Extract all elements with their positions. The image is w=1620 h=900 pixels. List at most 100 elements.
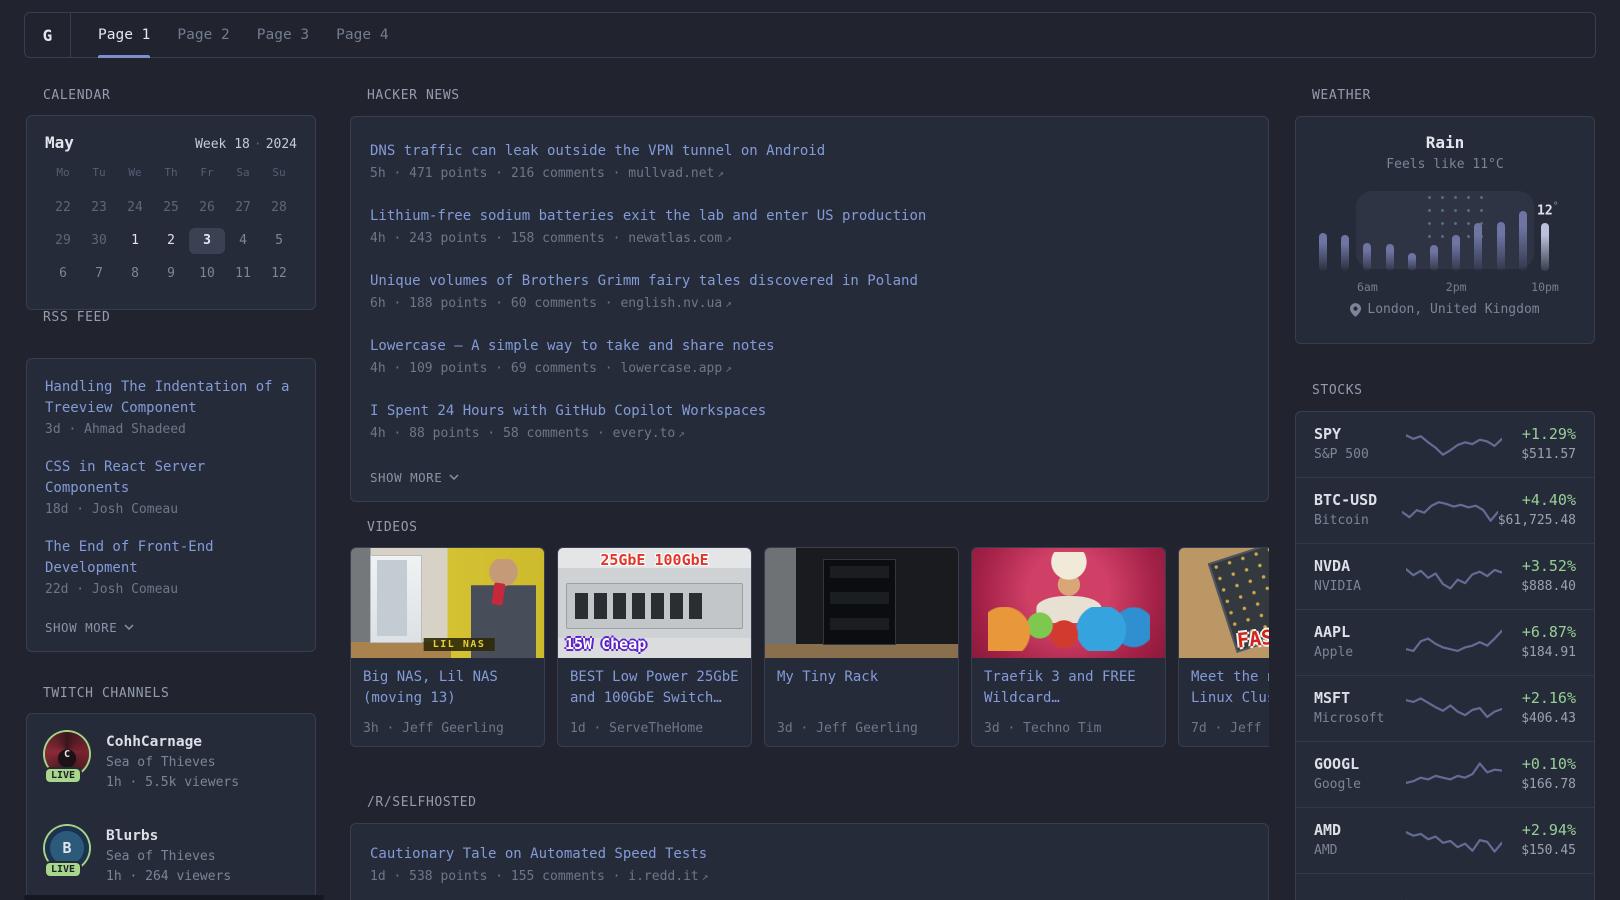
rss-item-title[interactable]: CSS in React Server Components bbox=[45, 457, 297, 499]
twitch-channel-name[interactable]: CohhCarnage bbox=[106, 732, 239, 753]
hn-item-meta: 4h · 88 points · 58 comments · every.to ↗ bbox=[370, 426, 685, 441]
hn-item-title[interactable]: DNS traffic can leak outside the VPN tun… bbox=[370, 142, 1249, 160]
hn-item[interactable]: DNS traffic can leak outside the VPN tun… bbox=[370, 142, 1249, 183]
hn-show-more-button[interactable]: SHOW MORE bbox=[370, 467, 1249, 487]
video-thumbnail[interactable]: LIL NAS bbox=[351, 548, 544, 658]
calendar-day-grid: 22 23 24 25 26 27 28 29 30 1 2 3 4 5 6 7 8 9 10 11 12 bbox=[45, 195, 297, 287]
stocks-section-title: STOCKS bbox=[1312, 383, 1363, 398]
twitch-widget: C LIVE CohhCarnage Sea of Thieves 1h · 5… bbox=[26, 713, 316, 900]
hn-item-domain[interactable]: lowercase.app bbox=[620, 361, 722, 376]
external-link-icon: ↗ bbox=[725, 232, 732, 245]
twitch-game[interactable]: Sea of Thieves bbox=[106, 847, 231, 867]
stock-company: S&P 500 bbox=[1314, 447, 1369, 462]
stock-ticker[interactable]: AAPL bbox=[1314, 622, 1406, 643]
video-card[interactable]: LIL NAS Big NAS, Lil NAS (moving 13) 3h … bbox=[350, 547, 545, 747]
stock-row[interactable]: BTC-USD Bitcoin +4.40% $61,725.48 bbox=[1296, 478, 1594, 544]
hn-item-domain[interactable]: mullvad.net bbox=[628, 166, 714, 181]
calendar-day: 6 bbox=[59, 266, 67, 281]
hn-item-meta: 4h · 243 points · 158 comments · newatla… bbox=[370, 231, 732, 246]
tab-page-4[interactable]: Page 4 bbox=[336, 13, 388, 57]
tab-page-1[interactable]: Page 1 bbox=[98, 13, 151, 58]
hn-item[interactable]: I Spent 24 Hours with GitHub Copilot Wor… bbox=[370, 402, 1249, 443]
hn-item-domain[interactable]: newatlas.com bbox=[628, 231, 722, 246]
video-title[interactable]: Traefik 3 and FREE Wildcard… bbox=[984, 667, 1153, 709]
twitch-channel-name[interactable]: Blurbs bbox=[106, 826, 231, 847]
hn-item-title[interactable]: Unique volumes of Brothers Grimm fairy t… bbox=[370, 272, 1249, 290]
dashboard-page: G Page 1 Page 2 Page 3 Page 4 CALENDAR M… bbox=[0, 0, 1620, 900]
hn-item[interactable]: Lithium-free sodium batteries exit the l… bbox=[370, 207, 1249, 248]
calendar-day: 26 bbox=[199, 200, 215, 215]
twitch-channel-row[interactable]: B LIVE Blurbs Sea of Thieves 1h · 264 vi… bbox=[45, 826, 297, 887]
reddit-item[interactable]: Cautionary Tale on Automated Speed Tests… bbox=[370, 845, 1249, 886]
stock-row[interactable]: NVDA NVIDIA +3.52% $888.40 bbox=[1296, 544, 1594, 610]
rss-item-title[interactable]: Handling The Indentation of a Treeview C… bbox=[45, 377, 297, 419]
reddit-section-title: /R/SELFHOSTED bbox=[367, 795, 477, 810]
thumbnail-caption: LIL NAS bbox=[423, 638, 495, 651]
rss-item[interactable]: CSS in React Server Components 18d · Jos… bbox=[45, 457, 297, 520]
video-title[interactable]: My Tiny Rack bbox=[777, 667, 946, 688]
tab-page-2[interactable]: Page 2 bbox=[177, 13, 229, 57]
calendar-day: 25 bbox=[163, 200, 179, 215]
tab-page-3[interactable]: Page 3 bbox=[257, 13, 309, 57]
video-title[interactable]: Big NAS, Lil NAS (moving 13) bbox=[363, 667, 532, 709]
video-meta: 3d · Jeff Geerling bbox=[777, 721, 918, 736]
app-logo[interactable]: G bbox=[25, 13, 71, 57]
rss-item-title[interactable]: The End of Front-End Development bbox=[45, 537, 297, 579]
stock-ticker[interactable]: NVDA bbox=[1314, 556, 1406, 577]
video-card[interactable]: FAST Meet the new Linux Cluster… 7d · Je… bbox=[1178, 547, 1269, 747]
hn-item-title[interactable]: Lithium-free sodium batteries exit the l… bbox=[370, 207, 1249, 225]
reddit-item-domain[interactable]: i.redd.it bbox=[628, 869, 698, 884]
hn-item[interactable]: Lowercase – A simple way to take and sha… bbox=[370, 337, 1249, 378]
stock-ticker[interactable]: BTC-USD bbox=[1314, 490, 1402, 511]
twitch-channel-row[interactable]: C LIVE CohhCarnage Sea of Thieves 1h · 5… bbox=[45, 732, 297, 793]
stock-row[interactable]: RDDT -1.65% bbox=[1296, 874, 1594, 900]
video-title[interactable]: Meet the new Linux Cluster… bbox=[1191, 667, 1269, 709]
stock-price: $61,725.48 bbox=[1497, 513, 1576, 528]
reddit-widget: Cautionary Tale on Automated Speed Tests… bbox=[350, 823, 1269, 900]
video-thumbnail[interactable] bbox=[765, 548, 958, 658]
video-thumbnail[interactable]: 25GbE 100GbE 15W Cheap bbox=[558, 548, 751, 658]
stock-row[interactable]: AMD AMD +2.94% $150.45 bbox=[1296, 808, 1594, 874]
rss-item[interactable]: Handling The Indentation of a Treeview C… bbox=[45, 377, 297, 440]
video-title[interactable]: BEST Low Power 25GbE and 100GbE Switch… bbox=[570, 667, 739, 709]
stock-ticker[interactable]: MSFT bbox=[1314, 688, 1406, 709]
stock-ticker[interactable]: SPY bbox=[1314, 424, 1406, 445]
stock-change-pct: +1.29% bbox=[1521, 425, 1576, 443]
stock-company: Apple bbox=[1314, 645, 1354, 660]
video-meta: 7d · Jeff Geerling bbox=[1191, 721, 1269, 736]
stock-ticker[interactable]: GOOGL bbox=[1314, 754, 1406, 775]
scrollbar-thumb[interactable] bbox=[24, 895, 324, 900]
video-card[interactable]: Traefik 3 and FREE Wildcard… 3d · Techno… bbox=[971, 547, 1166, 747]
current-temp-label: 12° bbox=[1537, 201, 1559, 219]
stock-sparkline bbox=[1406, 562, 1502, 592]
calendar-day: 7 bbox=[95, 266, 103, 281]
calendar-day: 11 bbox=[235, 266, 251, 281]
rss-item[interactable]: The End of Front-End Development 22d · J… bbox=[45, 537, 297, 600]
stock-row[interactable]: AAPL Apple +6.87% $184.91 bbox=[1296, 610, 1594, 676]
stock-ticker[interactable]: RDDT bbox=[1314, 897, 1406, 900]
external-link-icon: ↗ bbox=[717, 167, 724, 180]
hn-item-title[interactable]: Lowercase – A simple way to take and sha… bbox=[370, 337, 1249, 355]
stock-row[interactable]: SPY S&P 500 +1.29% $511.57 bbox=[1296, 412, 1594, 478]
stock-ticker[interactable]: AMD bbox=[1314, 820, 1406, 841]
reddit-item-title[interactable]: Cautionary Tale on Automated Speed Tests bbox=[370, 845, 1249, 863]
stock-change-pct: +6.87% bbox=[1521, 623, 1576, 641]
video-card[interactable]: My Tiny Rack 3d · Jeff Geerling bbox=[764, 547, 959, 747]
stock-row[interactable]: GOOGL Google +0.10% $166.78 bbox=[1296, 742, 1594, 808]
stock-price: $888.40 bbox=[1521, 579, 1576, 594]
video-thumbnail[interactable]: FAST bbox=[1179, 548, 1269, 658]
hn-item-title[interactable]: I Spent 24 Hours with GitHub Copilot Wor… bbox=[370, 402, 1249, 420]
chevron-down-icon bbox=[124, 624, 134, 630]
stock-change-pct: +4.40% bbox=[1521, 491, 1576, 509]
twitch-game[interactable]: Sea of Thieves bbox=[106, 753, 239, 773]
video-thumbnail[interactable] bbox=[972, 548, 1165, 658]
weather-bar bbox=[1474, 223, 1483, 271]
hn-item-domain[interactable]: every.to bbox=[613, 426, 676, 441]
hn-item[interactable]: Unique volumes of Brothers Grimm fairy t… bbox=[370, 272, 1249, 313]
weather-bar bbox=[1407, 253, 1416, 271]
stock-row[interactable]: MSFT Microsoft +2.16% $406.43 bbox=[1296, 676, 1594, 742]
video-card[interactable]: 25GbE 100GbE 15W Cheap BEST Low Power 25… bbox=[557, 547, 752, 747]
rss-show-more-button[interactable]: SHOW MORE bbox=[45, 617, 297, 637]
hn-item-domain[interactable]: english.nv.ua bbox=[620, 296, 722, 311]
video-meta: 3h · Jeff Geerling bbox=[363, 721, 504, 736]
